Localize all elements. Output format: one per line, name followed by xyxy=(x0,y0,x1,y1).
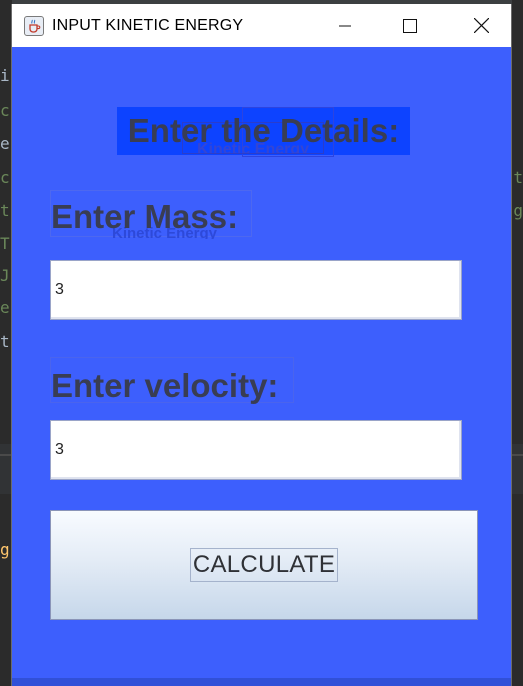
close-button[interactable] xyxy=(458,4,504,47)
title-bar[interactable]: INPUT KINETIC ENERGY xyxy=(12,4,511,47)
details-heading: Enter the Details: xyxy=(127,112,400,149)
bg-char: c xyxy=(0,101,10,120)
mass-input[interactable] xyxy=(50,260,462,320)
bg-char: e xyxy=(0,298,10,317)
bg-char: J xyxy=(0,266,10,285)
bg-char: e xyxy=(0,134,10,153)
maximize-icon xyxy=(403,18,417,33)
bg-char: g xyxy=(0,540,10,559)
velocity-label: Enter velocity: xyxy=(51,367,279,404)
bg-char: T xyxy=(0,234,10,253)
bg-char: t xyxy=(513,168,523,187)
bg-char: c xyxy=(0,168,10,187)
bg-char: t xyxy=(0,201,10,220)
velocity-input[interactable] xyxy=(50,420,462,480)
calculate-button-label: CALCULATE xyxy=(189,548,339,582)
kinetic-energy-window: INPUT KINETIC ENERGY Kinetic Energy Ente… xyxy=(11,4,512,686)
window-title: INPUT KINETIC ENERGY xyxy=(52,16,244,34)
minimize-icon xyxy=(339,25,351,26)
bg-char: t xyxy=(0,332,10,351)
bg-char: g xyxy=(513,201,523,220)
background-editor-right: t g xyxy=(512,0,523,686)
window-bottom-edge xyxy=(12,678,511,686)
close-icon xyxy=(473,18,489,33)
calculate-button[interactable]: CALCULATE xyxy=(50,510,478,620)
minimize-button[interactable] xyxy=(322,4,368,47)
form-panel: Kinetic Energy Enter the Details: Kineti… xyxy=(12,47,511,686)
bg-char: i xyxy=(0,66,10,85)
maximize-button[interactable] xyxy=(387,4,433,47)
java-coffee-icon xyxy=(24,15,44,36)
mass-label: Enter Mass: xyxy=(51,198,239,235)
